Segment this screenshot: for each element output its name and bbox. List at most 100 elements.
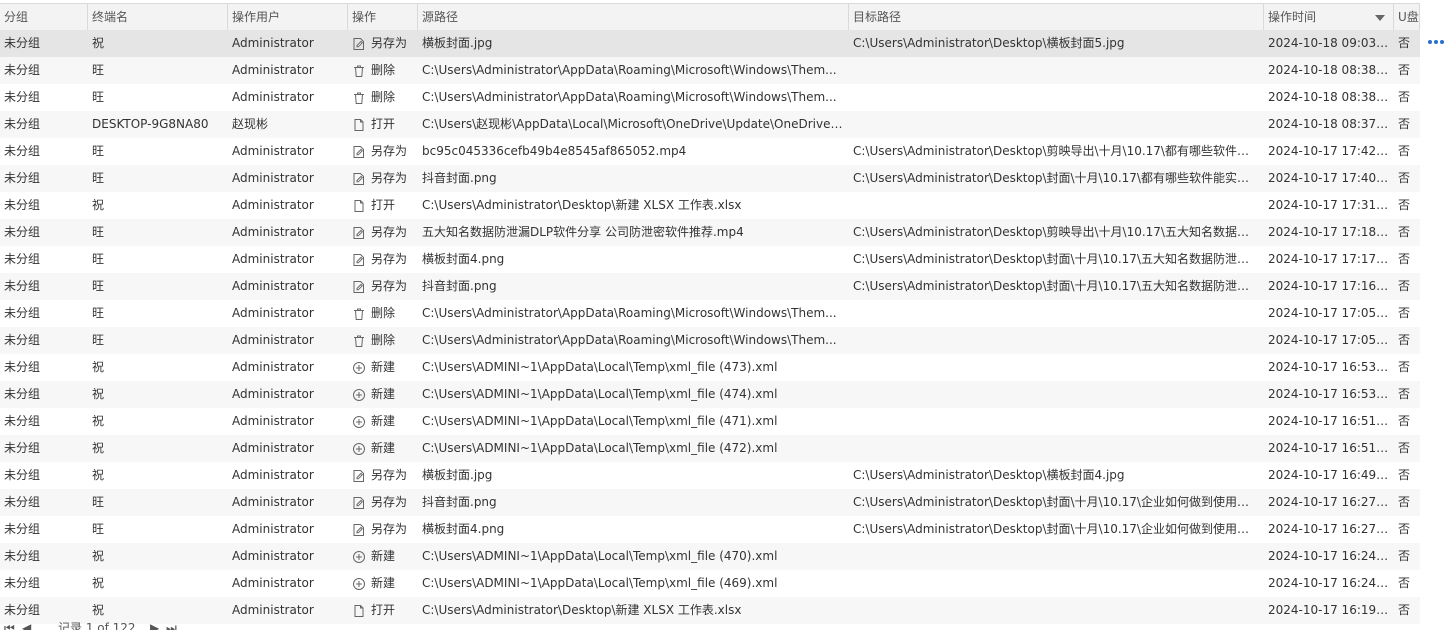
table-row[interactable]: 未分组 旺 Administrator 另存为 抖音封面.png C:\Users\Adm… [0, 273, 1420, 300]
cell-time: 2024-10-17 16:49:04 [1268, 468, 1392, 482]
operation-label: 新建 [371, 360, 396, 374]
column-header-time[interactable]: 操作时间 [1264, 4, 1394, 31]
operation-label: 另存为 [371, 225, 408, 239]
more-options-icon[interactable] [1428, 37, 1446, 47]
cell-terminal: 祝 [92, 414, 105, 428]
table-row[interactable]: 未分组 旺 Administrator 删除 C:\Users\Administrato… [0, 84, 1420, 111]
table-row[interactable]: 未分组 祝 Administrator 打开 C:\Users\Administrato… [0, 597, 1420, 624]
cell-usb: 否 [1398, 441, 1411, 455]
table-row[interactable]: 未分组 旺 Administrator 另存为 横板封面4.png C:\Users\Ad… [0, 246, 1420, 273]
cell-group: 未分组 [4, 576, 41, 590]
cell-source-path: 五大知名数据防泄漏DLP软件分享 公司防泄密软件推荐.mp4 [422, 225, 744, 239]
cell-user: Administrator [232, 603, 314, 617]
save-as-icon [352, 523, 371, 537]
save-as-icon [352, 253, 371, 267]
cell-source-path: C:\Users\Administrator\Desktop\新建 XLSX 工… [422, 198, 742, 212]
table-row[interactable]: 未分组 旺 Administrator 另存为 抖音封面.png C:\Users\Adm… [0, 165, 1420, 192]
table-row[interactable]: 未分组 祝 Administrator 新建 C:\Users\ADMINI~1\App… [0, 381, 1420, 408]
cell-user: Administrator [232, 225, 314, 239]
sort-descending-icon [1375, 15, 1385, 21]
table-row[interactable]: 未分组 旺 Administrator 删除 C:\Users\Administrato… [0, 300, 1420, 327]
cell-group: 未分组 [4, 36, 41, 50]
column-header-source-path[interactable]: 源路径 [418, 4, 849, 31]
next-page-icon[interactable]: ▶ [150, 622, 159, 630]
cell-usb: 否 [1398, 495, 1411, 509]
table-row[interactable]: 未分组 旺 Administrator 另存为 抖音封面.png C:\Users\Adm… [0, 489, 1420, 516]
cell-time: 2024-10-17 17:05:31 [1268, 306, 1392, 320]
cell-source-path: 横板封面4.png [422, 522, 505, 536]
cell-group: 未分组 [4, 198, 41, 212]
cell-target-path [853, 111, 1258, 138]
cell-user: Administrator [232, 333, 314, 347]
cell-terminal: 祝 [92, 603, 105, 617]
column-header-user[interactable]: 操作用户 [228, 4, 348, 31]
cell-source-path: 横板封面.jpg [422, 36, 493, 50]
cell-group: 未分组 [4, 468, 41, 482]
cell-usb: 否 [1398, 306, 1411, 320]
table-row[interactable]: 未分组 祝 Administrator 另存为 横板封面.jpg C:\Users\Adm… [0, 30, 1420, 57]
cell-target-path: C:\Users\Administrator\Desktop\封面\十月\10.… [853, 171, 1258, 185]
cell-source-path: C:\Users\ADMINI~1\AppData\Local\Temp\xml… [422, 414, 778, 428]
cell-time: 2024-10-17 17:40:59 [1268, 171, 1392, 185]
operation-label: 另存为 [371, 144, 408, 158]
table-row[interactable]: 未分组 祝 Administrator 新建 C:\Users\ADMINI~1\App… [0, 408, 1420, 435]
cell-time: 2024-10-17 16:24:51 [1268, 576, 1392, 590]
cell-operation: 新建 [352, 543, 416, 570]
cell-target-path [853, 300, 1258, 327]
cell-user: Administrator [232, 576, 314, 590]
cell-source-path: 抖音封面.png [422, 171, 497, 185]
cell-target-path: C:\Users\Administrator\Desktop\横板封面5.jpg [853, 36, 1125, 50]
table-row[interactable]: 未分组 旺 Administrator 另存为 横板封面4.png C:\Users\Ad… [0, 516, 1420, 543]
cell-user: Administrator [232, 36, 314, 50]
table-row[interactable]: 未分组 旺 Administrator 另存为 五大知名数据防泄漏DLP软件分享 公司防… [0, 219, 1420, 246]
cell-operation: 打开 [352, 597, 416, 624]
cell-operation: 打开 [352, 111, 416, 138]
cell-target-path [853, 354, 1258, 381]
cell-terminal: DESKTOP-9G8NA80 [92, 117, 209, 131]
cell-target-path: C:\Users\Administrator\Desktop\封面\十月\10.… [853, 495, 1258, 509]
table-row[interactable]: 未分组 旺 Administrator 删除 C:\Users\Administrato… [0, 57, 1420, 84]
cell-operation: 删除 [352, 84, 416, 111]
plus-circle-icon [352, 442, 371, 456]
cell-usb: 否 [1398, 576, 1411, 590]
cell-usb: 否 [1398, 90, 1411, 104]
table-row[interactable]: 未分组 DESKTOP-9G8NA80 赵现彬 打开 C:\Users\赵现彬\AppD… [0, 111, 1420, 138]
table-row[interactable]: 未分组 祝 Administrator 打开 C:\Users\Administrato… [0, 192, 1420, 219]
first-page-icon[interactable]: ⏮ [4, 622, 15, 630]
table-row[interactable]: 未分组 旺 Administrator 另存为 bc95c045336cefb49b4e… [0, 138, 1420, 165]
cell-target-path [853, 327, 1258, 354]
cell-source-path: 横板封面4.png [422, 252, 505, 266]
cell-source-path: C:\Users\ADMINI~1\AppData\Local\Temp\xml… [422, 360, 778, 374]
save-as-icon [352, 280, 371, 294]
operation-label: 新建 [371, 414, 396, 428]
table-row[interactable]: 未分组 祝 Administrator 新建 C:\Users\ADMINI~1\App… [0, 435, 1420, 462]
column-header-target-path[interactable]: 目标路径 [849, 4, 1264, 31]
table-row[interactable]: 未分组 祝 Administrator 新建 C:\Users\ADMINI~1\App… [0, 570, 1420, 597]
cell-terminal: 旺 [92, 279, 105, 293]
table-row[interactable]: 未分组 旺 Administrator 删除 C:\Users\Administrato… [0, 327, 1420, 354]
cell-usb: 否 [1398, 522, 1411, 536]
cell-group: 未分组 [4, 117, 41, 131]
cell-source-path: 抖音封面.png [422, 495, 497, 509]
column-header-operation[interactable]: 操作 [348, 4, 418, 31]
column-header-terminal[interactable]: 终端名 [88, 4, 228, 31]
cell-time: 2024-10-17 16:24:51 [1268, 549, 1392, 563]
operation-label: 删除 [371, 333, 396, 347]
last-page-icon[interactable]: ⏭ [166, 622, 177, 630]
cell-time: 2024-10-17 17:42:24 [1268, 144, 1392, 158]
cell-terminal: 祝 [92, 360, 105, 374]
cell-terminal: 祝 [92, 198, 105, 212]
cell-time: 2024-10-18 08:38:11 [1268, 90, 1392, 104]
table-row[interactable]: 未分组 祝 Administrator 另存为 横板封面.jpg C:\Users\Adm… [0, 462, 1420, 489]
column-header-usb[interactable]: U盘 [1394, 4, 1420, 31]
column-header-group[interactable]: 分组 [0, 4, 88, 31]
prev-page-icon[interactable]: ◀ [22, 622, 31, 630]
cell-user: Administrator [232, 252, 314, 266]
table-row[interactable]: 未分组 祝 Administrator 新建 C:\Users\ADMINI~1\App… [0, 354, 1420, 381]
cell-terminal: 祝 [92, 387, 105, 401]
cell-operation: 删除 [352, 327, 416, 354]
table-row[interactable]: 未分组 祝 Administrator 新建 C:\Users\ADMINI~1\App… [0, 543, 1420, 570]
cell-group: 未分组 [4, 522, 41, 536]
cell-group: 未分组 [4, 306, 41, 320]
cell-target-path [853, 57, 1258, 84]
